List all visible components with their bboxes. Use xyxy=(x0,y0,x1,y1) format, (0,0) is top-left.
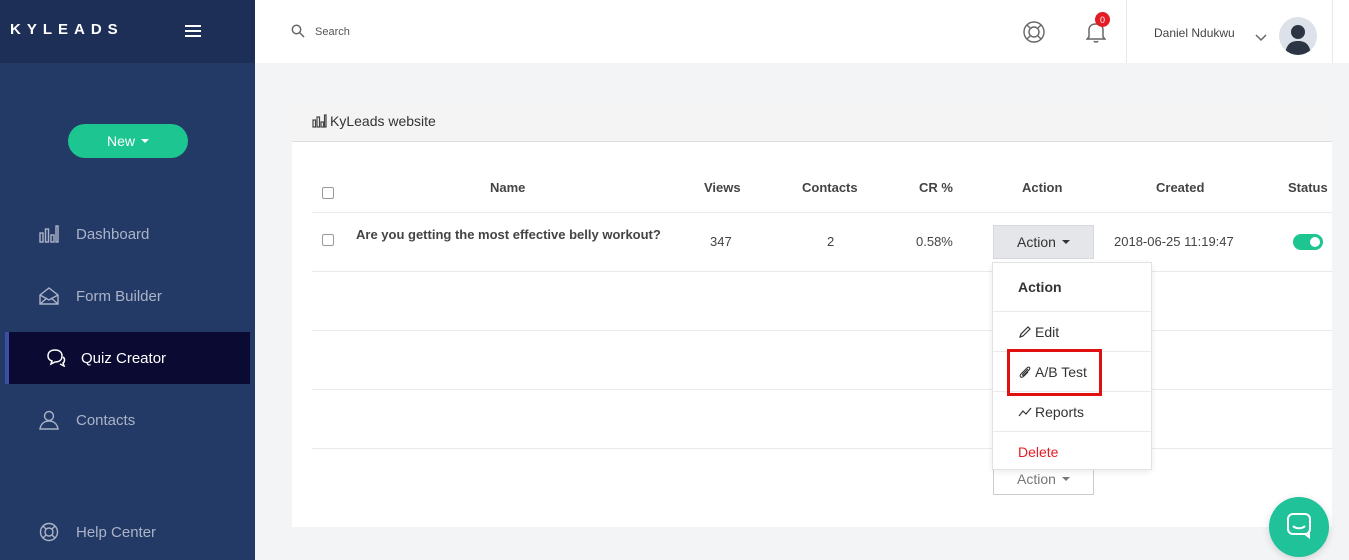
paperclip-icon xyxy=(1018,365,1032,379)
sidebar-item-quiz-creator[interactable]: Quiz Creator xyxy=(5,332,250,384)
column-header-contacts: Contacts xyxy=(802,180,858,195)
created-value: 2018-06-25 11:19:47 xyxy=(1114,234,1234,249)
sidebar-item-label: Help Center xyxy=(76,523,157,541)
quiz-name-link[interactable]: Are you getting the most effective belly… xyxy=(356,227,661,242)
hamburger-menu-icon[interactable] xyxy=(185,25,201,38)
trend-line-icon xyxy=(1018,405,1032,419)
sidebar-item-label: Quiz Creator xyxy=(81,349,167,367)
search-input[interactable] xyxy=(315,22,615,42)
caret-down-icon xyxy=(141,139,149,143)
views-value: 347 xyxy=(710,234,732,249)
user-name[interactable]: Daniel Ndukwu xyxy=(1154,26,1235,40)
chat-widget-button[interactable] xyxy=(1269,497,1329,557)
divider xyxy=(1332,0,1333,63)
lifebuoy-icon[interactable] xyxy=(1022,20,1046,44)
column-header-action: Action xyxy=(1022,180,1063,195)
sidebar-item-dashboard[interactable]: Dashboard xyxy=(0,208,250,260)
lifebuoy-icon xyxy=(38,521,60,543)
select-all-checkbox[interactable] xyxy=(322,187,334,199)
panel-title: KyLeads website xyxy=(330,113,436,129)
campaign-panel: KyLeads website Name Views Contacts CR %… xyxy=(292,100,1332,527)
dropdown-header: Action xyxy=(1018,279,1062,295)
topbar: 0 Daniel Ndukwu xyxy=(255,0,1349,63)
column-header-name: Name xyxy=(490,180,526,195)
brand-bar: KYLEADS xyxy=(0,0,255,63)
row-divider xyxy=(312,212,1332,213)
chevron-down-icon[interactable] xyxy=(1255,30,1267,42)
row-divider xyxy=(312,330,1332,331)
menu-item-label: A/B Test xyxy=(1035,363,1087,380)
sidebar-item-contacts[interactable]: Contacts xyxy=(0,394,250,446)
row-divider xyxy=(312,448,1332,449)
menu-item-label: Delete xyxy=(1018,443,1059,460)
column-header-created: Created xyxy=(1156,180,1205,195)
bar-chart-icon xyxy=(38,223,60,245)
panel-header: KyLeads website xyxy=(292,100,1332,142)
menu-item-ab-test[interactable]: A/B Test xyxy=(993,351,1151,391)
column-header-views: Views xyxy=(704,180,741,195)
column-header-status: Status xyxy=(1288,180,1328,195)
bar-chart-icon xyxy=(312,114,327,128)
menu-item-delete[interactable]: Delete xyxy=(993,431,1151,471)
sidebar-item-label: Contacts xyxy=(76,411,136,429)
avatar[interactable] xyxy=(1279,17,1317,55)
action-dropdown-menu: Action Edit A/B Test Reports Delete xyxy=(992,262,1152,470)
row-divider xyxy=(312,271,1332,272)
sidebar-item-label: Dashboard xyxy=(76,225,150,243)
chat-icon xyxy=(1285,511,1313,544)
status-toggle[interactable] xyxy=(1293,234,1323,250)
sidebar-item-form-builder[interactable]: Form Builder xyxy=(0,270,250,322)
caret-down-icon xyxy=(1061,240,1070,244)
menu-item-label: Reports xyxy=(1035,403,1085,420)
logo: KYLEADS xyxy=(10,21,124,38)
pencil-icon xyxy=(1018,325,1032,339)
action-button-label: Action xyxy=(1017,470,1056,487)
action-button-label: Action xyxy=(1017,234,1056,250)
cr-value: 0.58% xyxy=(916,234,953,249)
action-dropdown-button[interactable]: Action xyxy=(993,225,1094,259)
chat-bubbles-icon xyxy=(45,347,67,369)
row-divider xyxy=(312,389,1332,390)
menu-item-edit[interactable]: Edit xyxy=(993,311,1151,351)
caret-down-icon xyxy=(1061,476,1070,481)
column-header-cr: CR % xyxy=(919,180,953,195)
row-checkbox[interactable] xyxy=(322,234,334,246)
user-icon xyxy=(38,409,60,431)
search-icon xyxy=(291,24,305,38)
envelope-open-icon xyxy=(38,285,60,307)
divider xyxy=(1126,0,1127,63)
notification-badge: 0 xyxy=(1095,12,1110,27)
contacts-value: 2 xyxy=(827,234,835,249)
new-button-label: New xyxy=(106,133,135,149)
menu-item-label: Edit xyxy=(1035,323,1060,340)
sidebar: KYLEADS New Dashboard Form Builder Quiz … xyxy=(0,0,255,560)
new-button[interactable]: New xyxy=(68,124,188,158)
sidebar-item-help-center[interactable]: Help Center xyxy=(0,506,250,558)
menu-item-reports[interactable]: Reports xyxy=(993,391,1151,431)
sidebar-item-label: Form Builder xyxy=(76,287,162,305)
